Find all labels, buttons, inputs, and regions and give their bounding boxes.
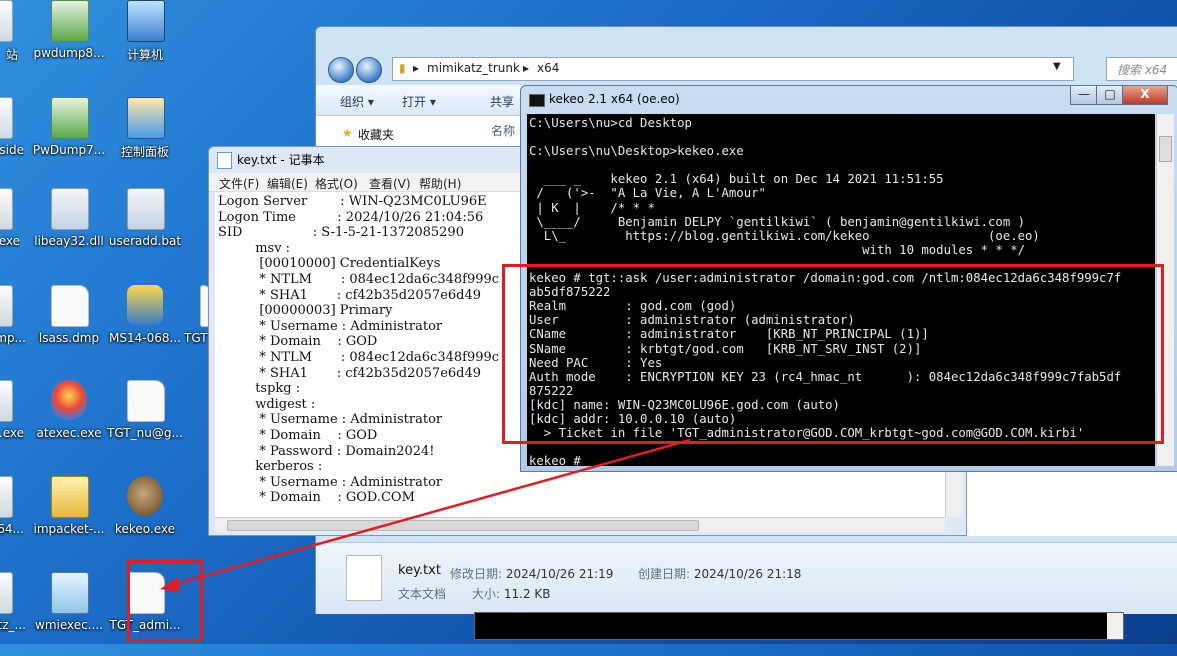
arrow-line: [171, 438, 691, 587]
annotation-arrow: [160, 438, 691, 592]
arrow-head: [160, 577, 180, 592]
